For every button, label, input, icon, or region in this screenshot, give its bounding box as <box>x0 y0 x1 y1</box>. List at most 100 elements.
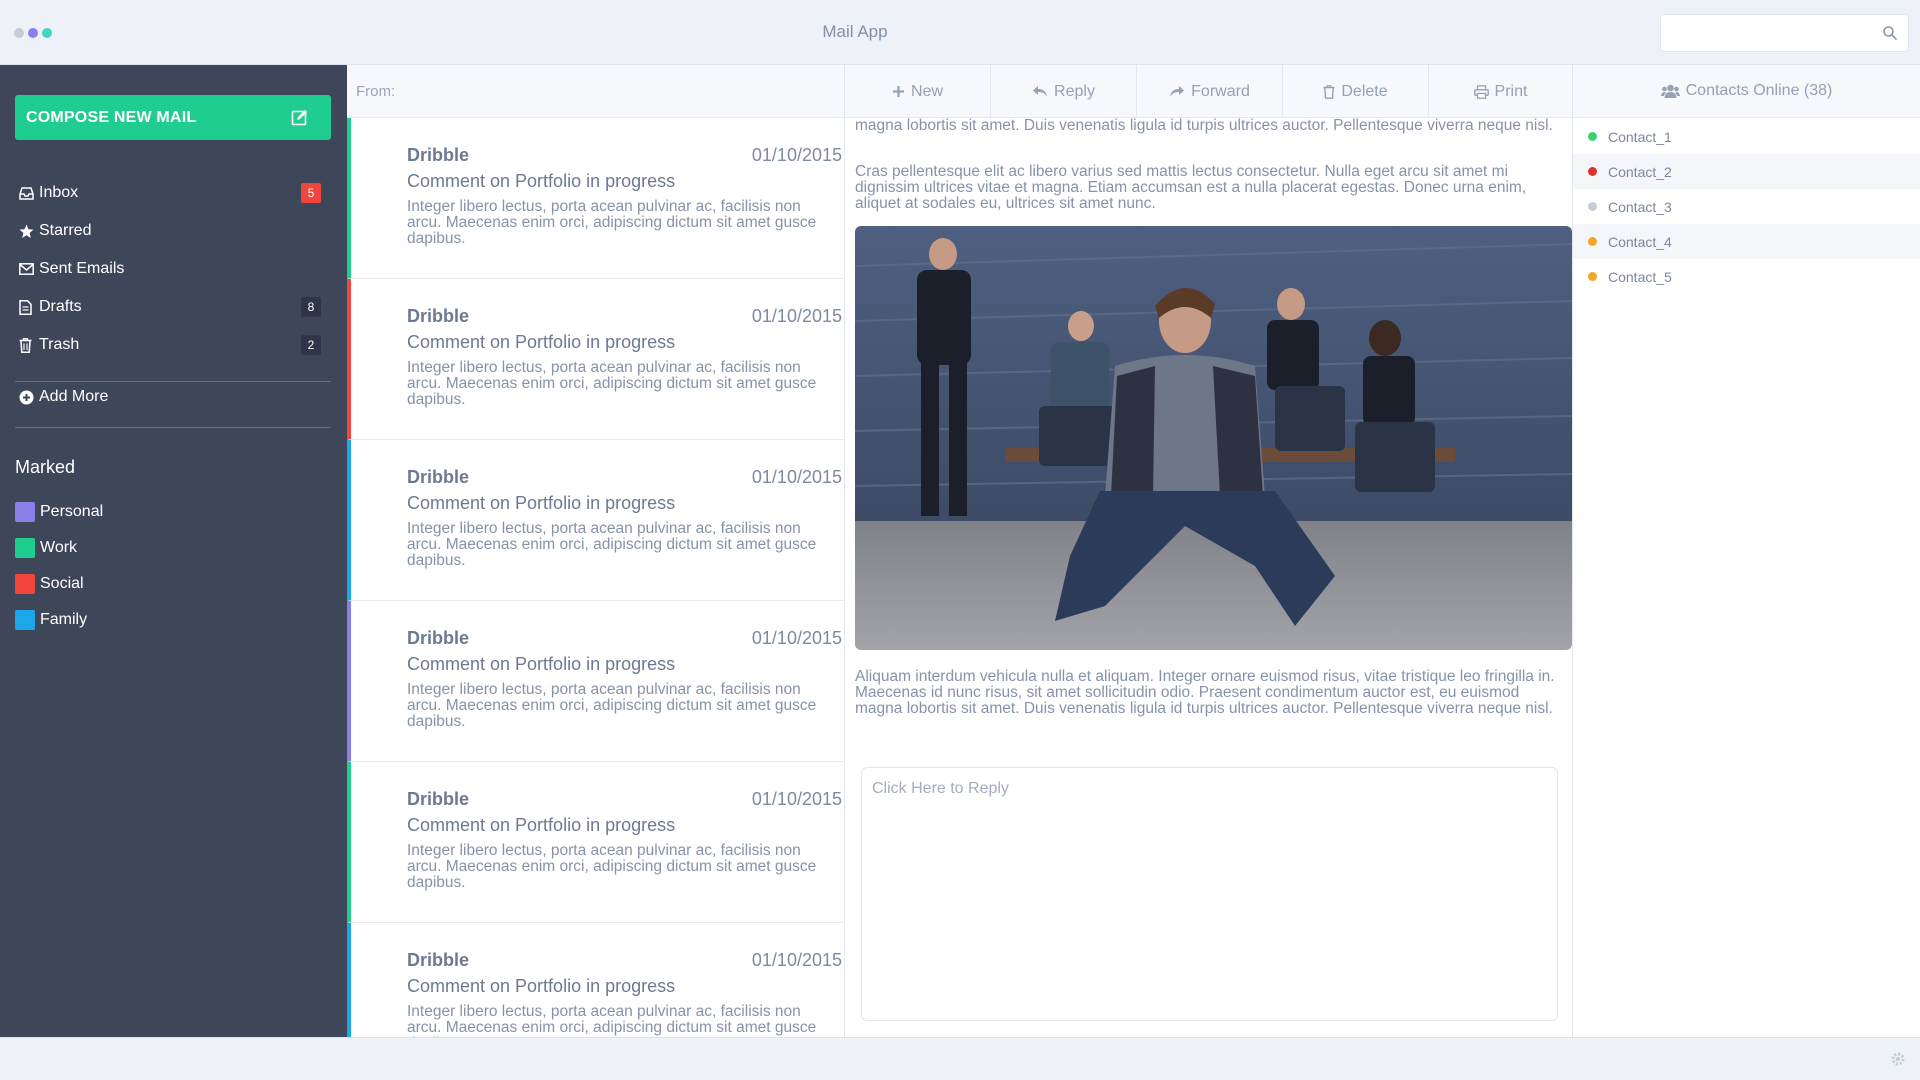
star-icon <box>19 224 34 238</box>
marked-section-title: Marked <box>15 457 76 477</box>
sidebar-item-drafts[interactable]: Drafts 8 <box>15 288 331 326</box>
contacts-header[interactable]: Contacts Online (38) <box>1573 65 1920 118</box>
users-icon <box>1660 84 1680 98</box>
sidebar-item-sent-emails[interactable]: Sent Emails <box>15 250 331 288</box>
message-sender: Dribble <box>407 306 470 326</box>
message-subject: Comment on Portfolio in progress <box>407 976 676 996</box>
reply-button[interactable]: Reply <box>991 65 1137 118</box>
delete-button-label: Delete <box>1341 82 1388 100</box>
print-button-label: Print <box>1494 82 1528 100</box>
new-button[interactable]: New <box>845 65 991 118</box>
print-button[interactable]: Print <box>1429 65 1573 118</box>
print-icon <box>1473 84 1489 99</box>
email-body-paragraph: Cras pellentesque elit ac libero varius … <box>855 163 1527 212</box>
message-subject: Comment on Portfolio in progress <box>407 654 676 674</box>
contact-name: Contact_2 <box>1608 163 1672 180</box>
label-social[interactable]: Social <box>15 566 103 602</box>
message-date: 01/10/2015 <box>751 950 842 970</box>
delete-button[interactable]: Delete <box>1283 65 1429 118</box>
sidebar-item-trash[interactable]: Trash 2 <box>15 326 331 364</box>
message-list[interactable]: Dribble 01/10/2015 Comment on Portfolio … <box>347 118 845 1037</box>
message-subject: Comment on Portfolio in progress <box>407 171 676 191</box>
message-subject: Comment on Portfolio in progress <box>407 815 676 835</box>
edit-icon <box>291 109 307 125</box>
contact-item[interactable]: Contact_2 <box>1573 154 1920 189</box>
email-body-paragraph: Aliquam interdum vehicula nulla et aliqu… <box>855 668 1555 717</box>
label-family[interactable]: Family <box>15 602 103 638</box>
message-subject: Comment on Portfolio in progress <box>407 332 676 352</box>
online-status-dot <box>1588 202 1597 211</box>
inbox-count-badge: 5 <box>301 183 321 203</box>
message-preview: Integer libero lectus, porta acean pulvi… <box>407 842 817 891</box>
message-item[interactable]: Dribble 01/10/2015 Comment on Portfolio … <box>347 440 844 601</box>
message-preview: Integer libero lectus, porta acean pulvi… <box>407 681 817 730</box>
contact-item[interactable]: Contact_3 <box>1573 189 1920 224</box>
message-sender: Dribble <box>407 145 470 165</box>
online-status-dot <box>1588 167 1597 176</box>
message-date: 01/10/2015 <box>751 145 842 165</box>
message-list-header: From: <box>347 65 845 118</box>
sidebar-item-inbox[interactable]: Inbox 5 <box>15 174 331 212</box>
label-work[interactable]: Work <box>15 530 103 566</box>
title-bar: Mail App <box>0 0 1920 65</box>
mail-toolbar: New Reply Forward Delete Print <box>845 65 1573 118</box>
contact-item[interactable]: Contact_4 <box>1573 224 1920 259</box>
message-item[interactable]: Dribble 01/10/2015 Comment on Portfolio … <box>347 118 844 279</box>
search-icon[interactable] <box>1882 25 1898 41</box>
contacts-list: Contact_1 Contact_2 Contact_3 Contact_4 … <box>1573 118 1920 1037</box>
compose-button[interactable]: COMPOSE NEW MAIL <box>15 95 331 140</box>
label-swatch <box>15 574 35 594</box>
message-sender: Dribble <box>407 467 470 487</box>
sidebar-nav: Inbox 5 Starred Sent Emails Drafts 8 Tra… <box>15 174 331 364</box>
from-filter-label: From: <box>356 83 396 100</box>
sidebar-item-label: Starred <box>39 222 92 239</box>
contact-item[interactable]: Contact_5 <box>1573 259 1920 294</box>
sidebar-item-label: Inbox <box>39 184 79 201</box>
message-preview: Integer libero lectus, porta acean pulvi… <box>407 359 817 408</box>
message-date: 01/10/2015 <box>751 306 842 326</box>
reply-icon <box>1033 86 1048 97</box>
app-title: Mail App <box>822 22 888 41</box>
label-list: Personal Work Social Family <box>15 494 103 638</box>
forward-button[interactable]: Forward <box>1137 65 1283 118</box>
plus-circle-icon <box>19 390 34 404</box>
contact-name: Contact_5 <box>1608 268 1672 285</box>
message-item[interactable]: Dribble 01/10/2015 Comment on Portfolio … <box>347 601 844 762</box>
message-item[interactable]: Dribble 01/10/2015 Comment on Portfolio … <box>347 923 844 1037</box>
online-status-dot <box>1588 132 1597 141</box>
label-swatch <box>15 502 35 522</box>
search-input[interactable] <box>1660 14 1909 52</box>
message-item[interactable]: Dribble 01/10/2015 Comment on Portfolio … <box>347 762 844 923</box>
message-sender: Dribble <box>407 950 470 970</box>
online-status-dot <box>1588 272 1597 281</box>
sidebar-item-label: Sent Emails <box>39 260 125 277</box>
message-preview: Integer libero lectus, porta acean pulvi… <box>407 198 817 247</box>
label-name: Work <box>40 539 78 556</box>
drafts-count-badge: 8 <box>301 297 321 317</box>
contact-item[interactable]: Contact_1 <box>1573 119 1920 154</box>
sidebar-item-label: Trash <box>39 336 80 353</box>
inbox-icon <box>19 186 34 200</box>
reply-textarea[interactable]: Click Here to Reply <box>861 767 1558 1021</box>
forward-icon <box>1170 86 1185 97</box>
message-preview: Integer libero lectus, porta acean pulvi… <box>407 1003 817 1038</box>
contact-name: Contact_3 <box>1608 198 1672 215</box>
trash-icon <box>1323 84 1335 99</box>
reply-placeholder: Click Here to Reply <box>872 780 1009 797</box>
sidebar-item-starred[interactable]: Starred <box>15 212 331 250</box>
add-more-button[interactable]: Add More <box>15 382 108 412</box>
message-item[interactable]: Dribble 01/10/2015 Comment on Portfolio … <box>347 279 844 440</box>
add-more-label: Add More <box>39 388 109 405</box>
message-subject: Comment on Portfolio in progress <box>407 493 676 513</box>
reply-button-label: Reply <box>1054 82 1095 100</box>
message-sender: Dribble <box>407 789 470 809</box>
sidebar: COMPOSE NEW MAIL Inbox 5 Starred Sent Em… <box>0 65 347 1037</box>
trash-count-badge: 2 <box>301 335 321 355</box>
label-swatch <box>15 610 35 630</box>
message-date: 01/10/2015 <box>751 628 842 648</box>
gear-icon[interactable] <box>1890 1051 1906 1067</box>
email-attachment-image <box>855 226 1572 650</box>
label-name: Family <box>40 611 88 628</box>
label-personal[interactable]: Personal <box>15 494 103 530</box>
online-status-dot <box>1588 237 1597 246</box>
